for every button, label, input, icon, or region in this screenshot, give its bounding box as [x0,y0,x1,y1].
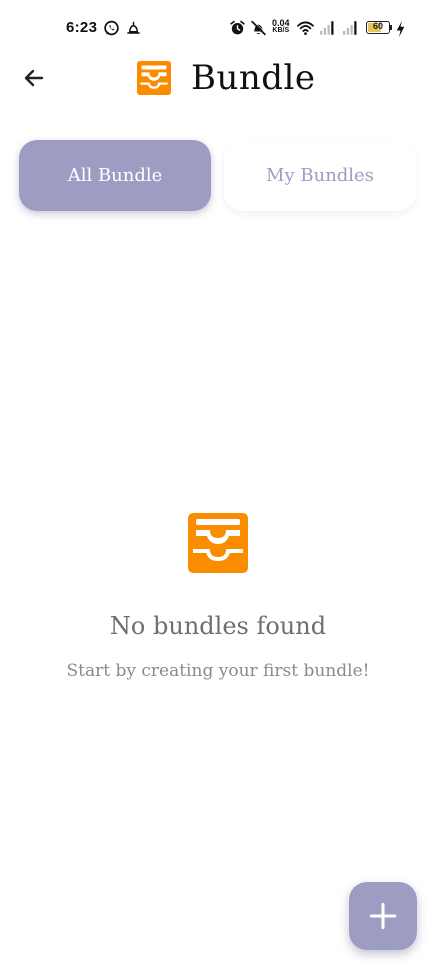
battery-cap [390,25,392,30]
empty-state-title: No bundles found [109,612,327,640]
tab-label: My Bundles [266,165,374,186]
empty-state-subtitle: Start by creating your first bundle! [66,661,370,681]
arrow-left-icon [24,69,44,87]
alarm-icon [230,20,245,35]
bundle-tray-icon [137,61,171,95]
whatsapp-icon [104,20,119,36]
back-button[interactable] [16,60,52,96]
add-bundle-button[interactable] [349,882,417,950]
signal-icon [320,21,334,35]
tab-my-bundles[interactable]: My Bundles [224,140,416,211]
network-speed-value: 0.04 [272,18,290,28]
notification-icon [127,21,140,34]
battery-icon: 60 [366,21,390,34]
page-title: Bundle [191,58,316,98]
battery-level: 60 [372,21,383,31]
tab-label: All Bundle [67,165,163,186]
mute-icon [251,20,267,36]
bundle-tray-icon [188,513,248,573]
network-speed-unit: KB/S [272,27,290,34]
header: Bundle [137,57,316,99]
charging-icon [396,20,405,38]
signal-icon [343,21,357,35]
plus-icon [369,902,397,930]
status-time: 6:23 [66,19,98,36]
wifi-icon [297,21,314,35]
status-bar: 6:23 0.04 KB/S 60 [0,0,436,58]
network-speed: 0.04 KB/S [272,19,290,35]
tab-all-bundle[interactable]: All Bundle [19,140,211,211]
